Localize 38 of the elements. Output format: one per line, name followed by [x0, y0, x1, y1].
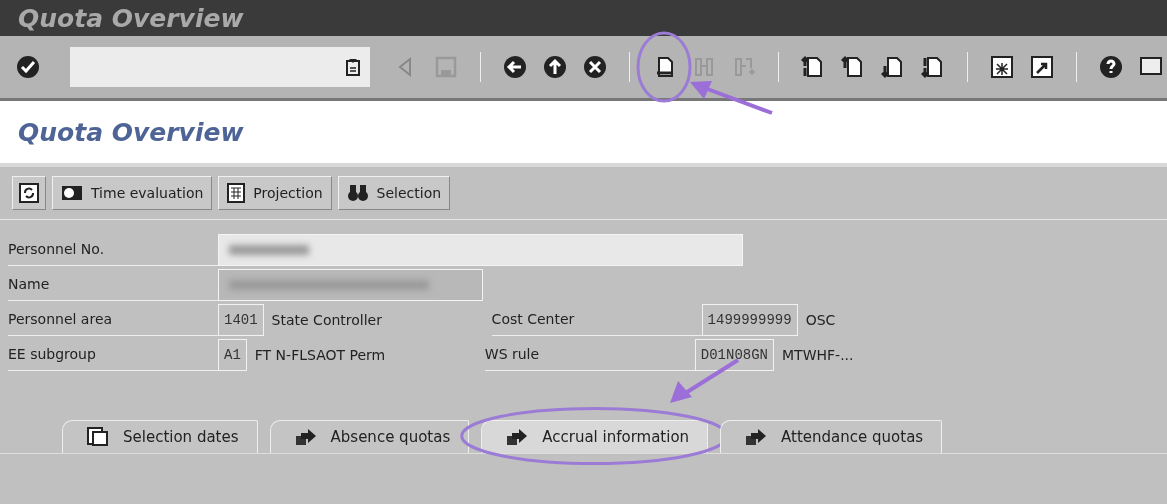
page-up-icon[interactable] — [841, 55, 865, 79]
code-field: 1499999999 — [701, 303, 798, 336]
page-down-icon[interactable] — [881, 55, 905, 79]
arrow-icon — [506, 427, 529, 447]
field-label: EE subgroup — [8, 338, 218, 371]
command-field[interactable] — [70, 47, 370, 87]
toolbar-button[interactable]: Time evaluation — [52, 176, 213, 210]
tab[interactable]: Absence quotas — [269, 420, 470, 453]
field-label: Personnel area — [8, 303, 218, 336]
help-icon[interactable] — [1099, 55, 1123, 79]
page-first-icon[interactable] — [801, 55, 825, 79]
field-label: WS rule — [484, 338, 695, 371]
back-icon[interactable] — [503, 55, 527, 79]
field-description: State Controller — [271, 311, 383, 328]
page-last-icon[interactable] — [921, 55, 945, 79]
refresh-button[interactable] — [12, 176, 46, 210]
cancel-icon[interactable] — [583, 55, 607, 79]
toolbar-button[interactable]: Selection — [337, 176, 451, 210]
refresh-icon — [19, 183, 39, 203]
tab[interactable]: Selection dates — [62, 420, 258, 453]
code-field: 1401 — [218, 303, 264, 336]
tab[interactable]: Accrual information — [481, 420, 709, 453]
annotation-circle — [636, 31, 692, 103]
arrow-icon — [745, 427, 768, 447]
calendar-icon — [87, 427, 109, 447]
code-field: D01N08GN — [694, 338, 775, 371]
screen-title: Quota Overview — [18, 117, 244, 147]
tab[interactable]: Attendance quotas — [720, 420, 943, 453]
checkmark-icon[interactable] — [16, 55, 40, 79]
window-title: Quota Overview — [18, 3, 244, 33]
toolbar-button[interactable]: Projection — [218, 176, 332, 210]
code-field: A1 — [218, 338, 247, 371]
field-description: MTWHF-... — [782, 346, 855, 363]
field-description: FT N-FLSAOT Perm — [254, 346, 387, 363]
calculator-icon — [227, 183, 246, 203]
arrow-icon — [294, 427, 317, 447]
field-description: OSC — [805, 311, 837, 328]
field-label: Cost Center — [491, 303, 702, 336]
